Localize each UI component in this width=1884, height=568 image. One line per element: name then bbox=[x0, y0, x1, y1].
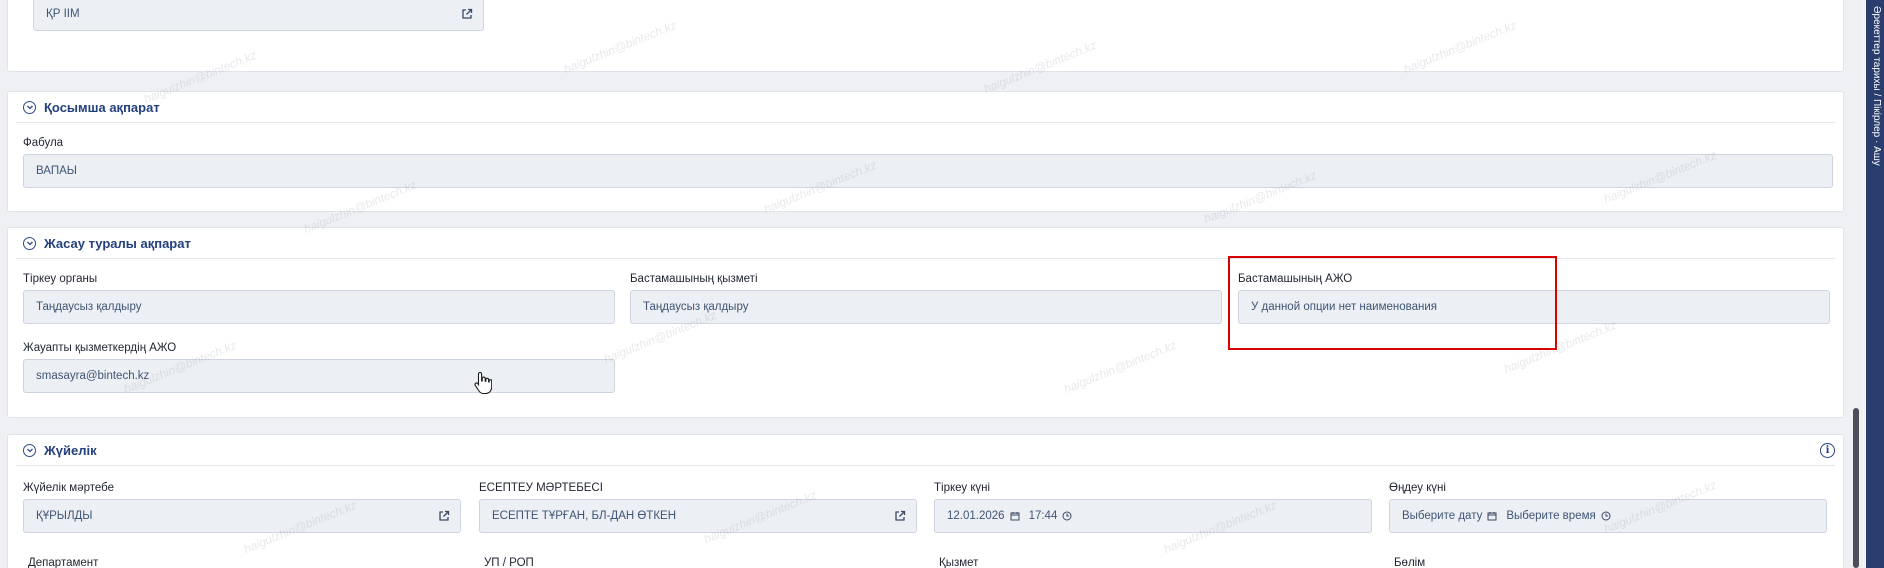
status-label: Жүйелік мәртебе bbox=[23, 482, 115, 494]
fabula-label: Фабула bbox=[23, 137, 64, 149]
status-value: ҚҰРЫЛДЫ bbox=[36, 510, 93, 522]
tirkeu-time: 17:44 bbox=[1028, 510, 1058, 522]
external-link-icon[interactable] bbox=[461, 8, 473, 20]
tirkeu-organy-label: Тіркеу органы bbox=[23, 273, 98, 285]
bolim-label: Бөлім bbox=[1394, 557, 1426, 568]
side-panel-label[interactable]: Әрекеттер тарихы / Пікірлер · Ашу bbox=[1868, 6, 1882, 326]
juyelik-header[interactable]: Жүйелік bbox=[16, 435, 1835, 466]
qyzmet-label: Қызмет bbox=[939, 557, 979, 568]
ondeu-kuni-field: Өңдеу күні Выберите дату Выберите время bbox=[1389, 481, 1827, 533]
highlight-frame bbox=[1228, 256, 1557, 350]
jauapty-input[interactable]: smasayra@bintech.kz bbox=[23, 359, 615, 393]
ondeu-kuni-picker[interactable]: Выберите дату Выберите время bbox=[1389, 499, 1827, 533]
calendar-icon[interactable] bbox=[1010, 511, 1020, 521]
bastamashy-qyzmeti-select[interactable]: Таңдаусыз қалдыру bbox=[630, 290, 1222, 324]
ondeu-date-placeholder: Выберите дату bbox=[1402, 510, 1483, 522]
external-link-icon[interactable] bbox=[894, 510, 906, 522]
ondeu-kuni-label: Өңдеу күні bbox=[1389, 482, 1446, 494]
esep-value: ЕСЕПТЕ ТҰРҒАН, БЛ-ДАН ӨТКЕН bbox=[492, 510, 677, 522]
calendar-icon[interactable] bbox=[1487, 511, 1497, 521]
qosymsha-card: Қосымша ақпарат Фабула ВАПАЫ bbox=[7, 91, 1844, 212]
clock-icon[interactable] bbox=[1601, 511, 1611, 521]
tirkeu-organy-select[interactable]: Таңдаусыз қалдыру bbox=[23, 290, 615, 324]
bastamashy-qyzmeti-field: Бастамашының қызметі Таңдаусыз қалдыру bbox=[630, 272, 1222, 324]
tirkeu-kuni-label: Тіркеу күні bbox=[934, 482, 991, 494]
jauapty-value: smasayra@bintech.kz bbox=[36, 370, 150, 382]
qosymsha-header[interactable]: Қосымша ақпарат bbox=[16, 92, 1835, 123]
jasau-card: Жасау туралы ақпарат Тіркеу органы Таңда… bbox=[7, 227, 1844, 418]
esep-field: ЕСЕПТЕУ МӘРТЕБЕСІ ЕСЕПТЕ ТҰРҒАН, БЛ-ДАН … bbox=[479, 481, 917, 533]
tirkeu-kuni-picker[interactable]: 12.01.2026 17:44 bbox=[934, 499, 1372, 533]
top-field-value: ҚР ІІМ bbox=[46, 8, 80, 20]
tirkeu-organy-value: Таңдаусыз қалдыру bbox=[36, 301, 142, 313]
jasau-header[interactable]: Жасау туралы ақпарат bbox=[16, 228, 1835, 259]
tirkeu-date: 12.01.2026 bbox=[947, 510, 1005, 522]
top-field-box[interactable]: ҚР ІІМ bbox=[33, 0, 484, 31]
scrollbar-thumb[interactable] bbox=[1853, 408, 1859, 568]
jauapty-label: Жауапты қызметкердің АЖО bbox=[23, 342, 177, 354]
hand-cursor-icon bbox=[474, 371, 492, 395]
fabula-input[interactable]: ВАПАЫ bbox=[23, 154, 1833, 188]
bastamashy-qyzmeti-label: Бастамашының қызметі bbox=[630, 273, 758, 285]
jauapty-field: Жауапты қызметкердің АЖО smasayra@bintec… bbox=[23, 341, 615, 393]
external-link-icon[interactable] bbox=[438, 510, 450, 522]
esep-label: ЕСЕПТЕУ МӘРТЕБЕСІ bbox=[479, 482, 603, 494]
qosymsha-title: Қосымша ақпарат bbox=[44, 99, 160, 115]
status-field: Жүйелік мәртебе ҚҰРЫЛДЫ bbox=[23, 481, 461, 533]
status-select[interactable]: ҚҰРЫЛДЫ bbox=[23, 499, 461, 533]
chevron-down-icon[interactable] bbox=[23, 236, 36, 250]
info-icon[interactable]: i bbox=[1820, 443, 1835, 458]
tirkeu-organy-field: Тіркеу органы Таңдаусыз қалдыру bbox=[23, 272, 615, 324]
tirkeu-kuni-field: Тіркеу күні 12.01.2026 17:44 bbox=[934, 481, 1372, 533]
esep-select[interactable]: ЕСЕПТЕ ТҰРҒАН, БЛ-ДАН ӨТКЕН bbox=[479, 499, 917, 533]
juyelik-card: Жүйелік i Жүйелік мәртебе ҚҰРЫЛДЫ ЕСЕПТЕ… bbox=[7, 434, 1844, 568]
fabula-field: Фабула ВАПАЫ bbox=[23, 136, 1833, 188]
departament-label: Департамент bbox=[28, 557, 99, 568]
up-rop-label: УП / РОП bbox=[484, 557, 534, 568]
ondeu-time-placeholder: Выберите время bbox=[1506, 510, 1596, 522]
main-content: ҚР ІІМ Қосымша ақпарат Фабула ВАПАЫ Жаса… bbox=[0, 0, 1862, 568]
chevron-down-icon[interactable] bbox=[23, 100, 36, 114]
chevron-down-icon[interactable] bbox=[23, 443, 36, 457]
bastamashy-qyzmeti-value: Таңдаусыз қалдыру bbox=[643, 301, 749, 313]
fabula-value: ВАПАЫ bbox=[36, 165, 77, 177]
clock-icon[interactable] bbox=[1062, 511, 1072, 521]
top-card: ҚР ІІМ bbox=[7, 0, 1844, 72]
juyelik-title: Жүйелік bbox=[44, 442, 97, 458]
jasau-title: Жасау туралы ақпарат bbox=[44, 235, 191, 251]
